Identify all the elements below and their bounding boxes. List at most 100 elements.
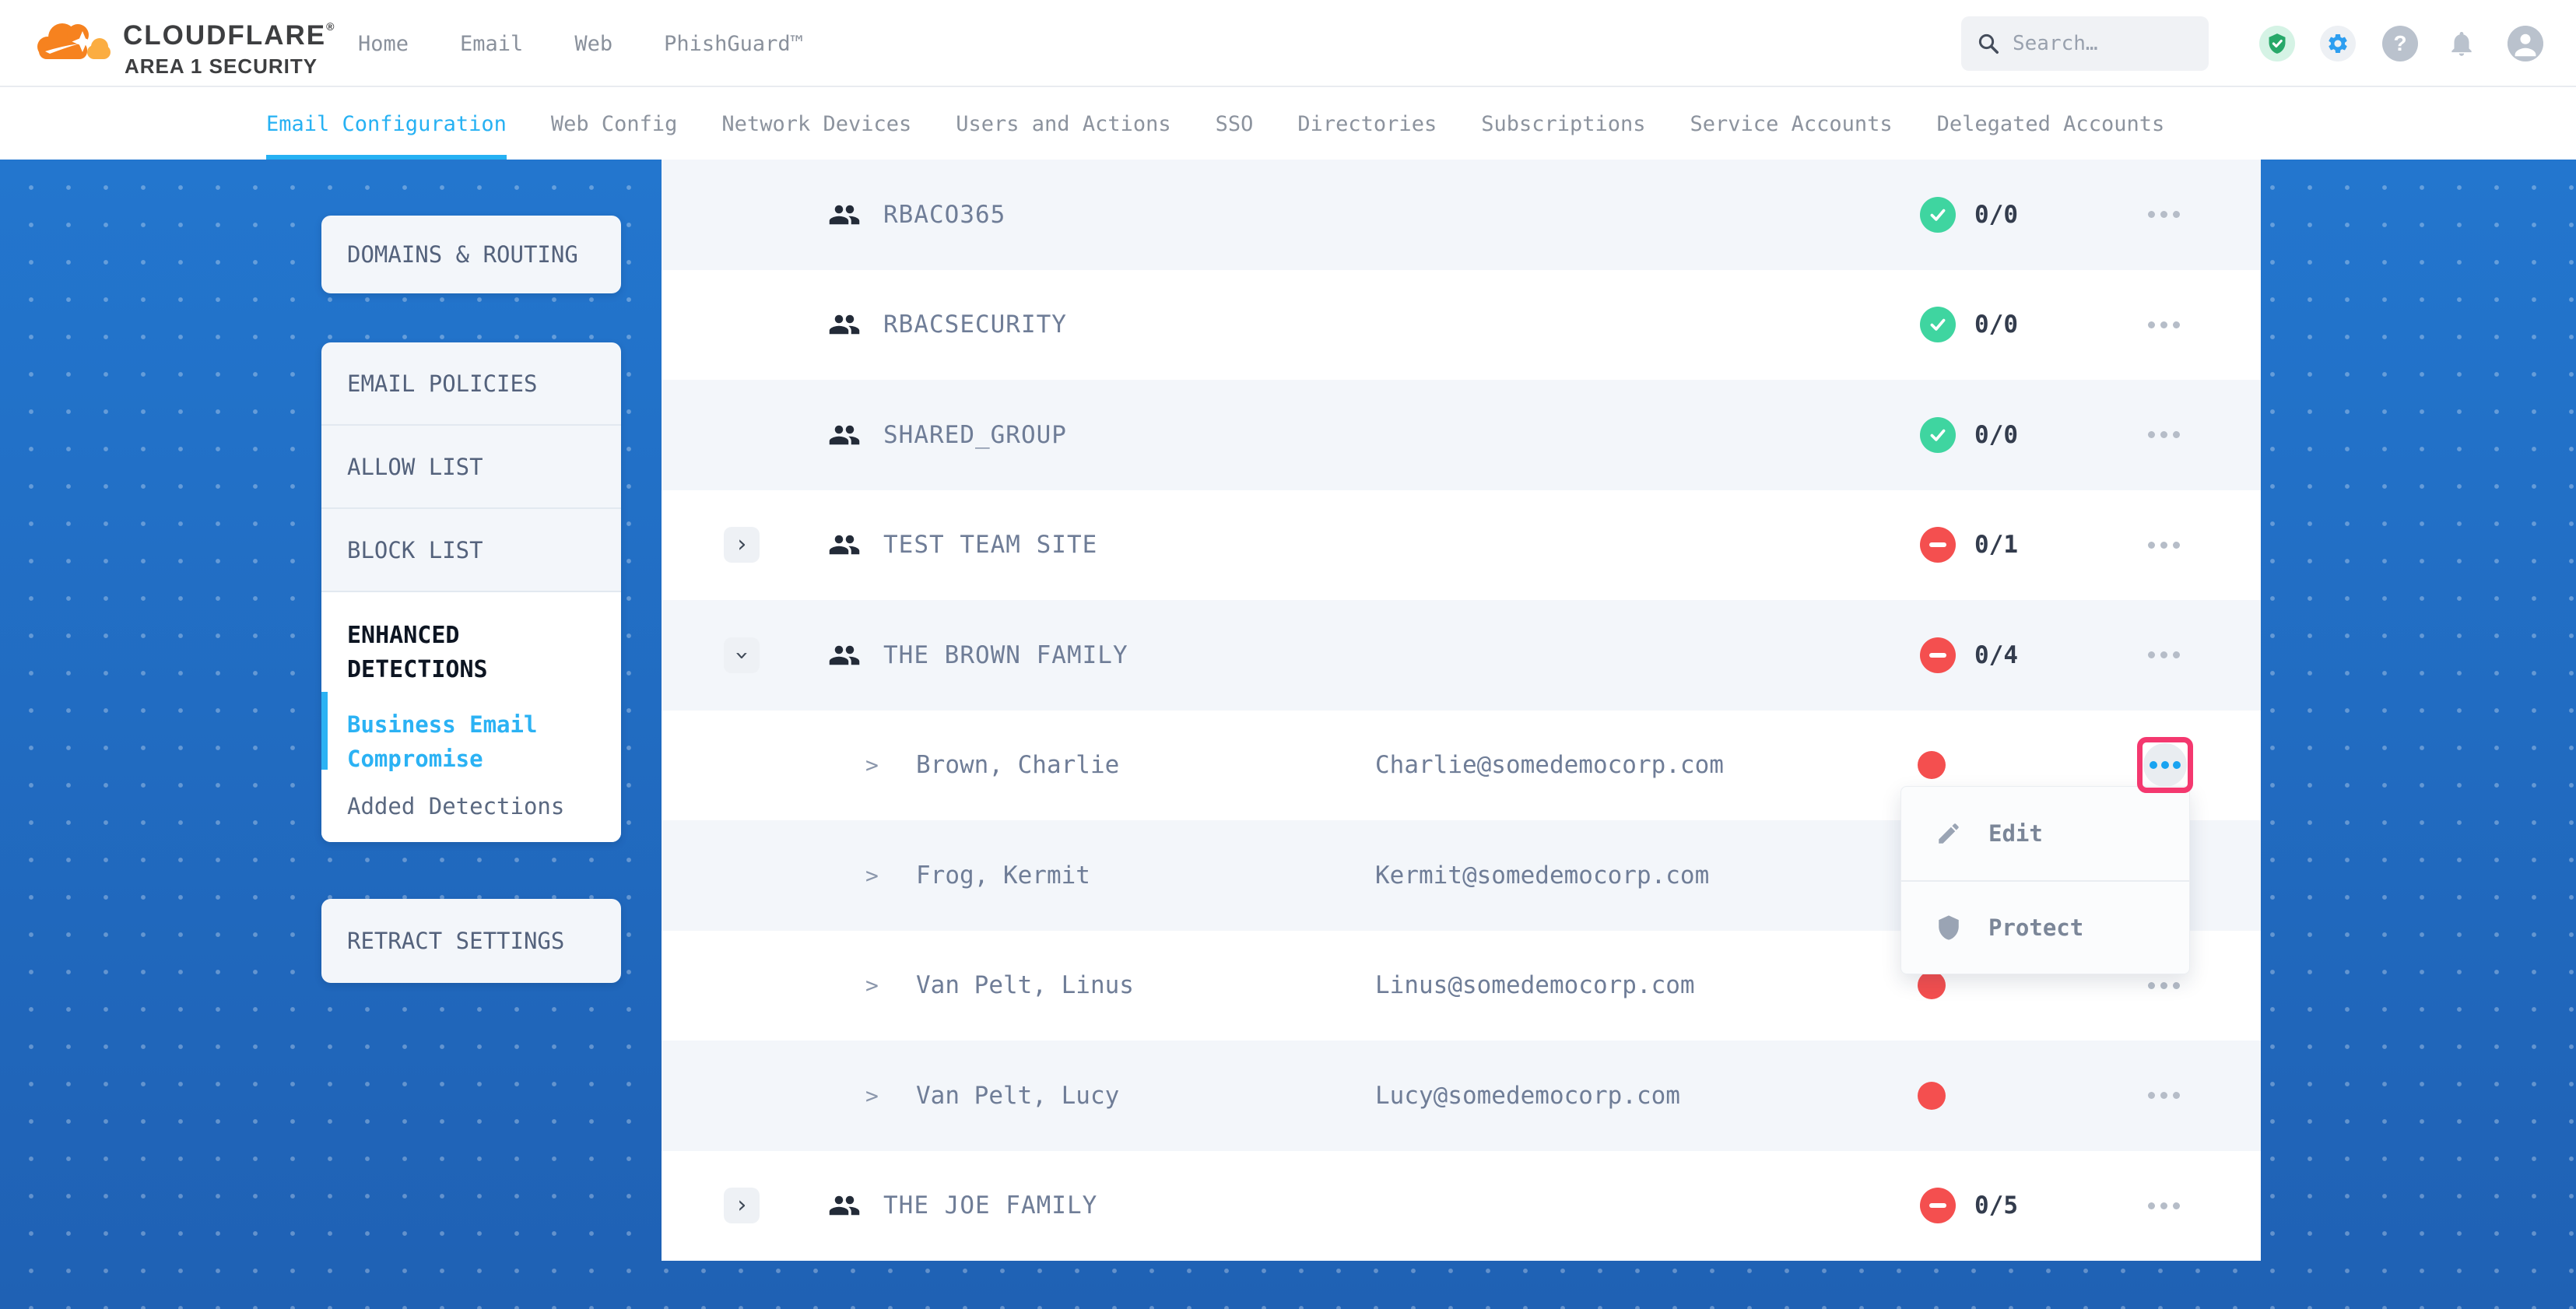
- group-name: THE JOE FAMILY: [883, 1191, 1097, 1220]
- table-row[interactable]: > Van Pelt, Lucy Lucy@somedemocorp.com: [662, 1041, 2261, 1151]
- tab-network-devices[interactable]: Network Devices: [721, 89, 911, 160]
- group-icon: [828, 419, 861, 451]
- cloudflare-area1-logo[interactable]: CLOUDFLARE® AREA 1 SECURITY: [31, 6, 358, 81]
- status-unprotected-badge: [1920, 637, 1956, 673]
- sidebar-card-email-policies: EMAIL POLICIES ALLOW LIST BLOCK LIST ENH…: [321, 342, 621, 842]
- sidebar-card-domains-routing[interactable]: DOMAINS & ROUTING: [321, 216, 621, 293]
- table-row[interactable]: RBACSECURITY 0/0: [662, 270, 2261, 381]
- table-row[interactable]: › THE BROWN FAMILY 0/4: [662, 600, 2261, 711]
- member-email: Kermit@somedemocorp.com: [1375, 862, 1709, 890]
- tab-sso[interactable]: SSO: [1216, 89, 1254, 160]
- sidebar-item-block-list[interactable]: BLOCK LIST: [321, 509, 621, 592]
- notifications-button[interactable]: [2444, 26, 2479, 61]
- row-actions-button[interactable]: [2140, 637, 2187, 674]
- shield-icon: [1936, 914, 1962, 941]
- search-box[interactable]: [1961, 16, 2209, 71]
- tab-delegated-accounts[interactable]: Delegated Accounts: [1937, 89, 2165, 160]
- nav-item-home[interactable]: Home: [358, 32, 409, 56]
- question-mark-icon: ?: [2393, 31, 2406, 56]
- menu-item-label: Protect: [1988, 914, 2083, 941]
- menu-item-protect[interactable]: Protect: [1901, 880, 2189, 974]
- row-actions-button[interactable]: [2140, 306, 2187, 343]
- chevron-down-icon: ›: [730, 648, 753, 662]
- status-unprotected-badge: [1920, 527, 1956, 563]
- row-actions-button[interactable]: [2140, 416, 2187, 454]
- expand-button[interactable]: ›: [724, 1188, 760, 1223]
- row-actions-menu: Edit Protect: [1900, 786, 2190, 974]
- sidebar-item-email-policies[interactable]: EMAIL POLICIES: [321, 342, 621, 426]
- status-unprotected-dot: [1918, 971, 1946, 999]
- table-row[interactable]: RBACO365 0/0: [662, 160, 2261, 270]
- status-ok-badge: [1920, 197, 1956, 233]
- sidebar-item-added-detections[interactable]: Added Detections: [347, 793, 605, 819]
- highlight-box: [2137, 737, 2193, 793]
- settings-button[interactable]: [2320, 26, 2356, 61]
- member-email: Charlie@somedemocorp.com: [1375, 751, 1724, 779]
- sidebar-card-retract-settings[interactable]: RETRACT SETTINGS: [321, 899, 621, 983]
- collapse-button[interactable]: ›: [724, 637, 760, 673]
- chevron-right-icon: ›: [735, 533, 749, 556]
- bell-icon: [2447, 29, 2476, 58]
- section-tabbar: Email Configuration Web Config Network D…: [0, 89, 2576, 160]
- member-chevron-icon[interactable]: >: [865, 973, 879, 998]
- help-button[interactable]: ?: [2382, 26, 2418, 61]
- group-icon: [828, 639, 861, 672]
- status-ok-badge: [1920, 307, 1956, 342]
- sidebar-section-enhanced-detections: ENHANCED DETECTIONS Business Email Compr…: [321, 592, 621, 842]
- protection-count: 0/1: [1974, 531, 2018, 559]
- shield-check-icon: [2266, 33, 2288, 54]
- directory-table-panel: RBACO365 0/0 RBACSECURITY 0/0 SHARED_GRO…: [662, 160, 2261, 1261]
- member-email: Lucy@somedemocorp.com: [1375, 1082, 1680, 1110]
- row-actions-button[interactable]: [2140, 196, 2187, 233]
- nav-item-email[interactable]: Email: [460, 32, 523, 56]
- registered-mark: ®: [326, 20, 335, 33]
- cloudflare-cloud-icon: [31, 9, 117, 75]
- expand-button[interactable]: ›: [724, 527, 760, 563]
- account-icon: [2508, 26, 2543, 61]
- app-header: CLOUDFLARE® AREA 1 SECURITY Home Email W…: [0, 0, 2576, 87]
- member-name: Van Pelt, Linus: [916, 971, 1134, 999]
- tab-web-config[interactable]: Web Config: [551, 89, 678, 160]
- protection-count: 0/0: [1974, 421, 2018, 449]
- table-row[interactable]: SHARED_GROUP 0/0: [662, 380, 2261, 490]
- group-name: TEST TEAM SITE: [883, 531, 1097, 559]
- tab-email-configuration[interactable]: Email Configuration: [266, 89, 507, 160]
- row-actions-button[interactable]: [2140, 526, 2187, 563]
- member-name: Brown, Charlie: [916, 751, 1119, 779]
- group-name: THE BROWN FAMILY: [883, 641, 1128, 669]
- tab-service-accounts[interactable]: Service Accounts: [1690, 89, 1893, 160]
- sidebar-item-business-email-compromise[interactable]: Business Email Compromise: [347, 707, 605, 776]
- active-item-indicator: [321, 692, 328, 770]
- nav-item-web[interactable]: Web: [574, 32, 612, 56]
- sidebar-item-retract-settings[interactable]: RETRACT SETTINGS: [321, 899, 621, 983]
- menu-item-edit[interactable]: Edit: [1901, 787, 2189, 880]
- tab-directories[interactable]: Directories: [1297, 89, 1437, 160]
- group-icon: [828, 308, 861, 341]
- table-row[interactable]: › THE JOE FAMILY 0/5: [662, 1151, 2261, 1262]
- sidebar-item-allow-list[interactable]: ALLOW LIST: [321, 426, 621, 509]
- member-chevron-icon[interactable]: >: [865, 862, 879, 888]
- group-icon: [828, 528, 861, 561]
- protection-status-button[interactable]: [2259, 26, 2295, 61]
- tab-subscriptions[interactable]: Subscriptions: [1481, 89, 1645, 160]
- member-chevron-icon[interactable]: >: [865, 1083, 879, 1108]
- protection-count: 0/5: [1974, 1191, 2018, 1220]
- status-ok-badge: [1920, 417, 1956, 453]
- product-name: AREA 1 SECURITY: [125, 54, 318, 79]
- member-name: Frog, Kermit: [916, 862, 1090, 890]
- group-name: SHARED_GROUP: [883, 421, 1067, 449]
- row-actions-button[interactable]: [2140, 1187, 2187, 1224]
- table-row[interactable]: › TEST TEAM SITE 0/1: [662, 490, 2261, 601]
- gear-icon: [2326, 32, 2350, 55]
- member-name: Van Pelt, Lucy: [916, 1082, 1119, 1110]
- protection-count: 0/0: [1974, 311, 2018, 339]
- sidebar-item-domains-routing[interactable]: DOMAINS & ROUTING: [321, 216, 621, 293]
- search-input[interactable]: [2013, 32, 2192, 55]
- row-actions-button-active[interactable]: [2143, 743, 2187, 787]
- member-chevron-icon[interactable]: >: [865, 753, 879, 778]
- nav-item-phishguard[interactable]: PhishGuard™: [664, 32, 803, 56]
- account-button[interactable]: [2508, 26, 2543, 61]
- row-actions-button[interactable]: [2140, 1077, 2187, 1114]
- tab-users-and-actions[interactable]: Users and Actions: [956, 89, 1170, 160]
- group-icon: [828, 198, 861, 231]
